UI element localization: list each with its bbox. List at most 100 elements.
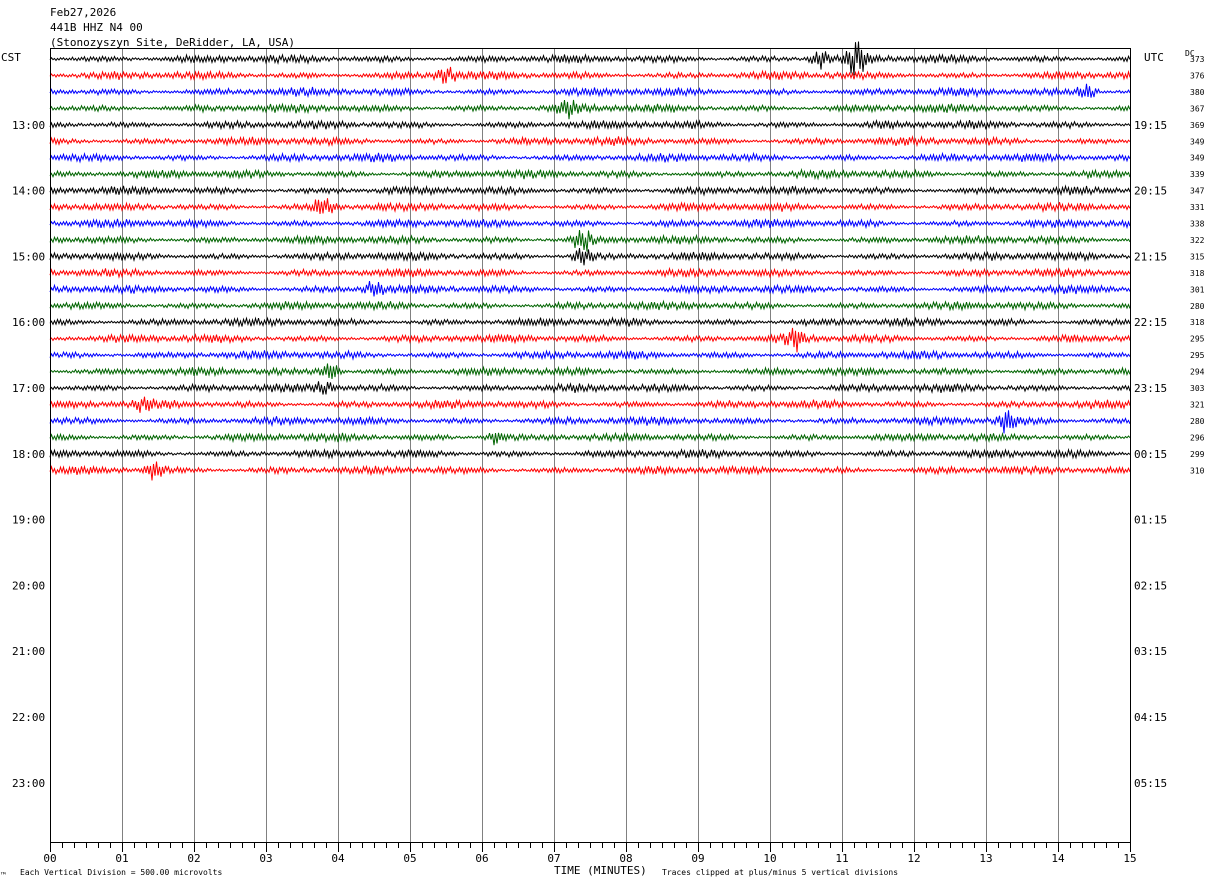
trace-row <box>49 167 1131 181</box>
clip-note: Traces clipped at plus/minus 5 vertical … <box>662 868 898 877</box>
trace-row <box>49 461 1131 481</box>
x-tick-label: 11 <box>835 852 848 865</box>
left-hour-label: 15:00 <box>12 250 45 263</box>
x-axis: 00 01 02 03 04 05 06 07 08 09 10 11 12 13 14 15 <box>43 842 1137 865</box>
trace-row <box>49 230 1131 252</box>
dc-offset-value: 318 <box>1190 269 1205 278</box>
x-tick-label: 06 <box>475 852 488 865</box>
left-hour-label: 19:00 <box>12 514 45 527</box>
dc-offset-value: 310 <box>1190 466 1205 475</box>
x-tick-label: 00 <box>43 852 56 865</box>
trace-row <box>49 217 1131 230</box>
dc-offset-value: 321 <box>1190 400 1205 409</box>
left-hour-label: 16:00 <box>12 316 45 329</box>
dc-offset-value: 339 <box>1190 170 1205 179</box>
right-hour-labels: 19:15 20:15 21:15 22:15 23:15 00:15 01:15 02:15… <box>1134 119 1167 790</box>
right-hour-label: 04:15 <box>1134 711 1167 724</box>
trace-row <box>49 381 1131 395</box>
left-hour-label: 18:00 <box>12 448 45 461</box>
dc-offset-value: 349 <box>1190 154 1205 163</box>
left-hour-label: 23:00 <box>12 777 45 790</box>
dc-offset-value: 280 <box>1190 417 1205 426</box>
trace-row <box>49 410 1131 434</box>
left-hour-labels: 13:00 14:00 15:00 16:00 17:00 18:00 19:00 20:00… <box>12 119 45 790</box>
trace-row <box>49 363 1131 379</box>
left-hour-label: 13:00 <box>12 119 45 132</box>
dc-offset-value: 295 <box>1190 351 1205 360</box>
trace-row <box>49 281 1131 297</box>
dc-offset-value: 294 <box>1190 368 1205 377</box>
dc-offset-value: 347 <box>1190 187 1205 196</box>
trace-row <box>49 118 1131 131</box>
right-hour-label: 02:15 <box>1134 579 1167 592</box>
x-tick-label: 04 <box>331 852 345 865</box>
trace-row <box>49 327 1131 353</box>
x-tick-label: 15 <box>1123 852 1136 865</box>
left-hour-label: 22:00 <box>12 711 45 724</box>
dc-offset-value: 349 <box>1190 137 1205 146</box>
trace-row <box>49 151 1131 164</box>
dc-offset-value: 299 <box>1190 450 1205 459</box>
x-tick-label: 03 <box>259 852 272 865</box>
plot-frame <box>50 48 1131 843</box>
right-hour-label: 20:15 <box>1134 185 1167 198</box>
right-hour-label: 01:15 <box>1134 514 1167 527</box>
trace-row <box>49 447 1131 460</box>
trace-row <box>49 99 1131 120</box>
dc-offset-value: 315 <box>1190 252 1205 261</box>
dc-offset-value: 373 <box>1190 55 1205 64</box>
x-tick-label: 05 <box>403 852 416 865</box>
dc-offset-value: 318 <box>1190 318 1205 327</box>
grid-lines <box>122 48 1059 842</box>
right-hour-label: 19:15 <box>1134 119 1167 132</box>
right-hour-label: 00:15 <box>1134 448 1167 461</box>
trace-row <box>49 396 1131 413</box>
dc-offset-column: 373 376 380 367 369 349 349 339 347 331 338 322 315 3… <box>1190 55 1205 475</box>
dc-offset-value: 303 <box>1190 384 1205 393</box>
dc-offset-value: 338 <box>1190 220 1205 229</box>
trace-row <box>49 135 1131 148</box>
trace-row <box>49 248 1131 266</box>
left-hour-label: 14:00 <box>12 185 45 198</box>
dc-offset-value: 380 <box>1190 88 1205 97</box>
right-hour-label: 03:15 <box>1134 645 1167 658</box>
left-hour-label: 20:00 <box>12 579 45 592</box>
right-hour-label: 23:15 <box>1134 382 1167 395</box>
right-hour-label: 05:15 <box>1134 777 1167 790</box>
helicorder-chart: Feb27,2026 441B HHZ N4 00 (Stonozyszyn S… <box>0 6 1205 880</box>
left-timezone-label: CST <box>1 51 21 64</box>
x-tick-label: 13 <box>979 852 992 865</box>
dc-offset-value: 296 <box>1190 433 1205 442</box>
trace-row <box>49 66 1131 84</box>
dc-offset-value: 331 <box>1190 203 1205 212</box>
left-hour-label: 21:00 <box>12 645 45 658</box>
x-tick-label: 14 <box>1051 852 1065 865</box>
right-hour-label: 22:15 <box>1134 316 1167 329</box>
trace-row <box>49 198 1131 215</box>
x-axis-title: TIME (MINUTES) <box>554 864 647 877</box>
trace-row <box>49 266 1131 279</box>
x-tick-label: 02 <box>187 852 200 865</box>
left-hour-label: 17:00 <box>12 382 45 395</box>
dc-offset-value: 322 <box>1190 236 1205 245</box>
channel-title: 441B HHZ N4 00 <box>50 21 143 34</box>
dc-offset-value: 295 <box>1190 335 1205 344</box>
dc-offset-value: 301 <box>1190 285 1205 294</box>
trace-row <box>49 431 1131 446</box>
dc-offset-value: 367 <box>1190 104 1205 113</box>
trace-row <box>49 184 1131 197</box>
trace-row <box>49 299 1131 312</box>
right-hour-label: 21:15 <box>1134 250 1167 263</box>
x-tick-label: 10 <box>763 852 776 865</box>
dc-offset-value: 369 <box>1190 121 1205 130</box>
trace-row <box>49 349 1131 361</box>
site-name: (Stonozyszyn Site, DeRidder, LA, USA) <box>50 36 295 49</box>
x-tick-label: 09 <box>691 852 704 865</box>
trace-row <box>49 316 1131 328</box>
dc-offset-value: 376 <box>1190 71 1205 80</box>
scale-note: Each Vertical Division = 500.00 microvol… <box>20 868 222 877</box>
x-tick-label: 12 <box>907 852 920 865</box>
trace-group <box>49 41 1131 481</box>
dc-offset-value: 280 <box>1190 302 1205 311</box>
record-date: Feb27,2026 <box>50 6 116 19</box>
